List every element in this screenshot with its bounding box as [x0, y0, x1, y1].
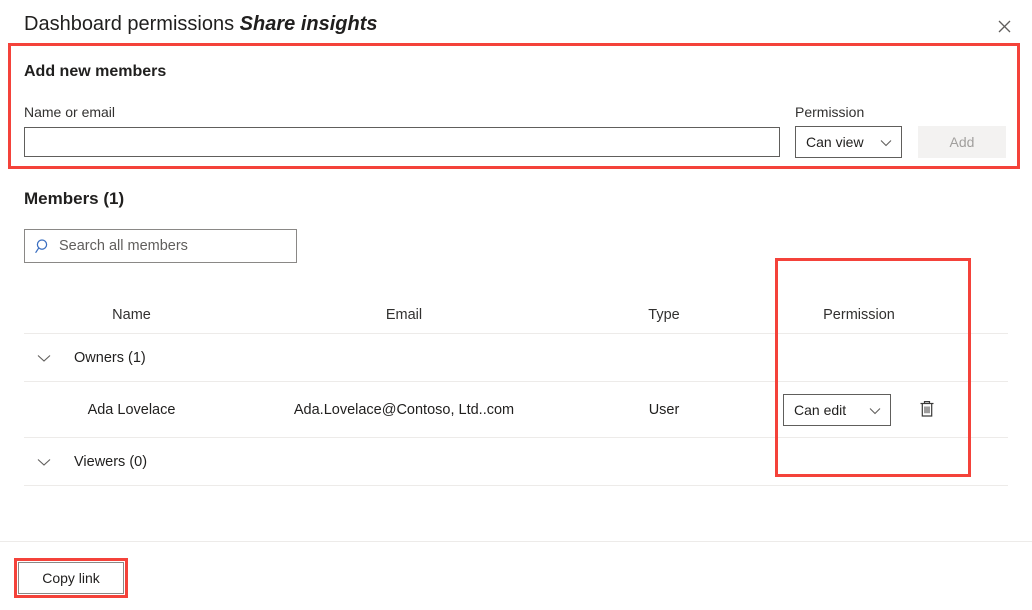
- footer-divider: [0, 541, 1032, 542]
- chevron-down-icon: [880, 134, 892, 150]
- permission-dropdown-member-value: Can edit: [794, 402, 847, 418]
- members-heading: Members (1): [24, 189, 125, 208]
- table-header-row: Name Email Type Permission: [0, 296, 1032, 334]
- chevron-down-icon[interactable]: [28, 458, 60, 467]
- group-label-viewers: Viewers (0): [74, 454, 148, 470]
- add-new-members-heading: Add new members: [24, 63, 167, 80]
- permission-dropdown-value: Can view: [806, 134, 864, 150]
- page-title: Dashboard permissions Share insights: [24, 11, 377, 37]
- row-divider: [24, 485, 1008, 486]
- chevron-down-icon[interactable]: [28, 354, 60, 363]
- column-header-email: Email: [385, 307, 423, 323]
- add-button[interactable]: Add: [918, 126, 1006, 158]
- permission-dropdown-member[interactable]: Can edit: [783, 394, 891, 426]
- group-row-viewers[interactable]: Viewers (0): [0, 438, 1032, 486]
- group-label-owners: Owners (1): [74, 350, 146, 366]
- chevron-down-icon: [869, 402, 881, 418]
- member-email: Ada.Lovelace@Contoso, Ltd..com: [293, 402, 515, 418]
- close-button[interactable]: [988, 10, 1020, 42]
- panel-header: Dashboard permissions Share insights: [0, 0, 1032, 46]
- member-name: Ada Lovelace: [87, 402, 176, 418]
- copy-link-button[interactable]: Copy link: [18, 562, 124, 594]
- column-header-type: Type: [648, 307, 680, 323]
- add-new-members-section: Add new members Name or email Permission…: [0, 43, 1032, 169]
- search-input[interactable]: [59, 238, 288, 254]
- column-header-permission: Permission: [823, 307, 895, 323]
- trash-icon: [918, 399, 936, 422]
- page-title-subject: Share insights: [239, 13, 378, 35]
- table-row[interactable]: Ada Lovelace Ada.Lovelace@Contoso, Ltd..…: [0, 382, 1032, 438]
- name-or-email-label: Name or email: [24, 104, 116, 120]
- page-title-prefix: Dashboard permissions: [24, 13, 235, 35]
- close-icon: [998, 20, 1011, 33]
- members-table: Name Email Type Permission Owners (1) Ad…: [0, 296, 1032, 486]
- search-all-members-box[interactable]: [24, 229, 297, 263]
- member-type: User: [648, 402, 680, 418]
- permission-label: Permission: [795, 104, 865, 120]
- group-row-owners[interactable]: Owners (1): [0, 334, 1032, 382]
- search-icon: [33, 236, 53, 256]
- delete-member-button[interactable]: [913, 396, 941, 424]
- permission-dropdown-new-member[interactable]: Can view: [795, 126, 902, 158]
- name-or-email-input[interactable]: [24, 127, 780, 157]
- column-header-name: Name: [112, 307, 151, 323]
